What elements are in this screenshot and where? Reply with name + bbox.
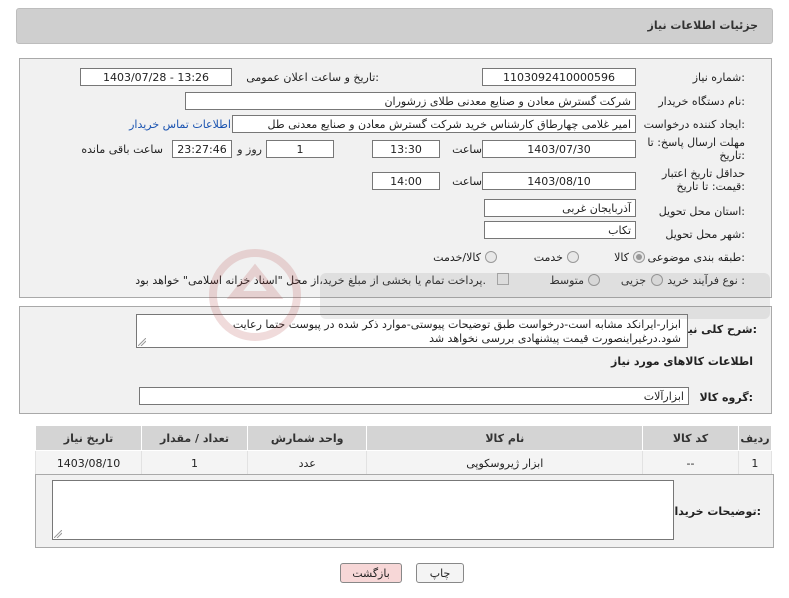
category-goods-label: کالا: [614, 251, 629, 264]
col-qty: تعداد / مقدار: [141, 425, 249, 451]
table-row[interactable]: 1 -- ابزار ژیروسکوپی عدد 1 1403/08/10: [34, 450, 773, 476]
treasury-payment-checkbox[interactable]: [497, 273, 509, 285]
remaining-time-field: 23:27:46: [172, 140, 232, 158]
cell-unit: عدد: [247, 450, 368, 476]
cell-row: 1: [737, 450, 773, 476]
process-type-label: نوع فرآیند خرید :: [667, 274, 745, 287]
creator-field: امیر غلامی چهارطاق کارشناس خرید شرکت گست…: [232, 115, 636, 133]
price-validity-label: حداقل تاریخ اعتبار قیمت: تا تاریخ:: [661, 167, 745, 193]
category-label: طبقه بندی موضوعی:: [647, 251, 745, 264]
reply-time-field: 13:30: [372, 140, 440, 158]
cell-name: ابزار ژیروسکوپی: [366, 450, 644, 476]
buyer-contact-link[interactable]: اطلاعات تماس خریدار: [129, 118, 231, 131]
buyer-notes-textarea[interactable]: [52, 480, 674, 540]
col-unit: واحد شمارش: [247, 425, 368, 451]
buyer-org-label: نام دستگاه خریدار:: [658, 95, 745, 108]
process-minor-label: جزیی: [620, 274, 646, 287]
province-field: آذربایجان غربی: [484, 199, 636, 217]
goods-table-header: ردیف کد کالا نام کالا واحد شمارش تعداد /…: [34, 425, 773, 451]
back-button[interactable]: بازگشت: [340, 563, 402, 583]
goods-group-label: گروه کالا:: [699, 391, 753, 404]
reply-date-field: 1403/07/30: [482, 140, 636, 158]
price-date-field: 1403/08/10: [482, 172, 636, 190]
page-title: جزئیات اطلاعات نیاز: [647, 19, 759, 32]
print-button[interactable]: چاپ: [416, 563, 464, 583]
buyer-notes-label: توضیحات خریدار:: [668, 505, 761, 518]
days-label: روز و: [237, 143, 262, 156]
need-number-field: 1103092410000596: [482, 68, 636, 86]
col-code: کد کالا: [642, 425, 739, 451]
notes-resize-icon[interactable]: [54, 530, 62, 538]
cell-code: --: [642, 450, 739, 476]
col-date: تاریخ نیاز: [34, 425, 143, 451]
announce-date-label: تاریخ و ساعت اعلان عمومی:: [246, 71, 379, 84]
goods-section-title: اطلاعات کالاهای مورد نیاز: [611, 355, 753, 368]
category-goods-service-label: کالا/خدمت: [433, 251, 481, 264]
description-text: ابزار-ایرانکد مشابه است-درخواست طبق توضی…: [232, 318, 681, 345]
category-service-radio[interactable]: [567, 251, 579, 263]
reply-time-label: ساعت: [452, 143, 482, 156]
creator-label: ایجاد کننده درخواست:: [643, 118, 745, 131]
category-goods-radio[interactable]: [633, 251, 645, 263]
remaining-label: ساعت باقی مانده: [81, 143, 163, 156]
category-goods-service-radio[interactable]: [485, 251, 497, 263]
col-row: ردیف: [737, 425, 773, 451]
buyer-org-field: شرکت گسترش معادن و صنایع معدنی طلای زرشو…: [185, 92, 636, 110]
cell-qty: 1: [141, 450, 249, 476]
price-time-field: 14:00: [372, 172, 440, 190]
reply-deadline-label: مهلت ارسال پاسخ: تا تاریخ:: [647, 136, 745, 162]
col-name: نام کالا: [366, 425, 644, 451]
need-number-label: شماره نیاز:: [692, 71, 745, 84]
goods-table: ردیف کد کالا نام کالا واحد شمارش تعداد /…: [34, 425, 773, 476]
goods-group-field: ابزارآلات: [139, 387, 689, 405]
announce-date-field: 1403/07/28 - 13:26: [80, 68, 232, 86]
city-field: تکاب: [484, 221, 636, 239]
cell-date: 1403/08/10: [34, 450, 143, 476]
province-label: استان محل تحویل:: [658, 205, 745, 218]
category-service-label: خدمت: [533, 251, 563, 264]
process-medium-radio[interactable]: [588, 274, 600, 286]
days-field: 1: [266, 140, 334, 158]
process-medium-label: متوسط: [549, 274, 584, 287]
treasury-payment-note: پرداخت تمام یا بخشی از مبلغ خرید،از محل …: [135, 274, 486, 287]
city-label: شهر محل تحویل:: [665, 228, 745, 241]
page-header: جزئیات اطلاعات نیاز: [16, 8, 773, 44]
description-label: شرح کلی نیاز:: [678, 323, 757, 336]
price-time-label: ساعت: [452, 175, 482, 188]
description-textarea[interactable]: ابزار-ایرانکد مشابه است-درخواست طبق توضی…: [136, 314, 688, 348]
textarea-resize-icon[interactable]: [138, 338, 146, 346]
process-minor-radio[interactable]: [651, 274, 663, 286]
